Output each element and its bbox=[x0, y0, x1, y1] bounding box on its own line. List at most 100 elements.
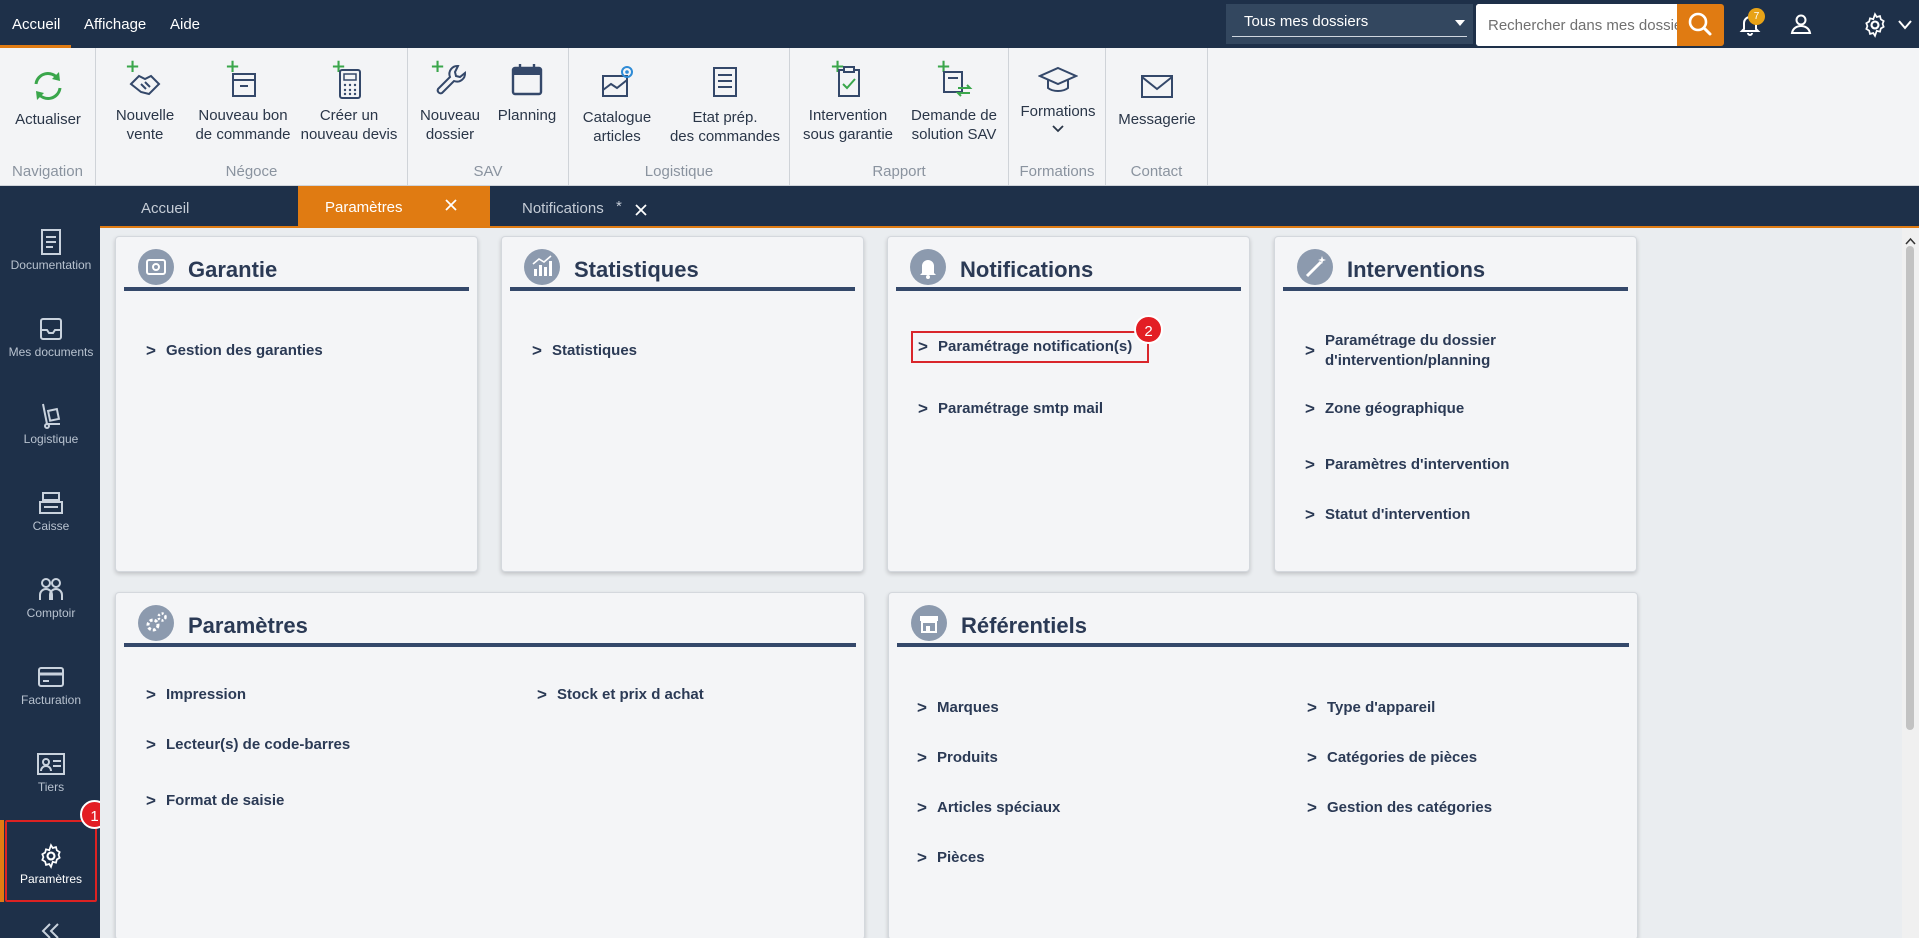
link-lecteurs-code-barres[interactable]: > Lecteur(s) de code-barres bbox=[146, 735, 350, 756]
link-produits[interactable]: > Produits bbox=[917, 748, 998, 769]
card-title: Garantie bbox=[188, 257, 278, 282]
nav-label: Mes documents bbox=[8, 345, 94, 359]
sav-solution-request-button[interactable]: + Demande de solution SAV bbox=[902, 58, 1006, 144]
link-parametres-intervention[interactable]: > Paramètres d'intervention bbox=[1305, 455, 1509, 476]
card-parametres: Paramètres > Impression > Lecteur(s) de co… bbox=[115, 592, 865, 938]
link-parametrage-smtp[interactable]: > Paramétrage smtp mail bbox=[918, 399, 1103, 420]
content-scrollbar[interactable] bbox=[1902, 228, 1919, 938]
link-pieces[interactable]: > Pièces bbox=[917, 848, 985, 869]
link-impression[interactable]: > Impression bbox=[146, 685, 246, 706]
scrollbar-thumb[interactable] bbox=[1906, 246, 1914, 730]
step-2-badge: 2 bbox=[1134, 315, 1163, 344]
chevron-down-icon bbox=[1455, 20, 1465, 26]
nav-item-facturation[interactable]: Facturation bbox=[5, 663, 97, 745]
link-marques[interactable]: > Marques bbox=[917, 698, 999, 719]
nav-item-comptoir[interactable]: Comptoir bbox=[5, 576, 97, 658]
card-title: Référentiels bbox=[961, 613, 1087, 638]
inbox-icon bbox=[40, 318, 62, 340]
gears-icon bbox=[138, 605, 174, 641]
nav-item-caisse[interactable]: Caisse bbox=[5, 489, 97, 571]
refresh-button[interactable]: Actualiser bbox=[8, 66, 88, 129]
menu-accueil[interactable]: Accueil bbox=[12, 16, 60, 33]
unsaved-indicator: * bbox=[616, 198, 622, 215]
settings-dropdown-button[interactable] bbox=[1898, 18, 1912, 36]
tab-label: Accueil bbox=[141, 200, 190, 217]
tab-notifications[interactable]: Notifications * bbox=[490, 186, 680, 226]
nav-label: Logistique bbox=[23, 432, 79, 446]
link-zone-geographique[interactable]: > Zone géographique bbox=[1305, 399, 1464, 420]
order-prep-label-1: Etat prép. bbox=[692, 109, 758, 126]
new-file-label-1: Nouveau bbox=[419, 107, 481, 124]
link-gestion-categories[interactable]: > Gestion des catégories bbox=[1307, 798, 1492, 819]
close-icon bbox=[635, 204, 647, 216]
intervention-warranty-button[interactable]: + Intervention sous garantie bbox=[796, 58, 900, 144]
menu-affichage[interactable]: Affichage bbox=[84, 16, 146, 33]
user-account-button[interactable] bbox=[1789, 12, 1813, 41]
link-format-saisie[interactable]: > Format de saisie bbox=[146, 791, 284, 812]
new-quote-button[interactable]: + Créer un nouveau devis bbox=[296, 58, 402, 144]
order-prep-button[interactable]: Etat prép. des commandes bbox=[665, 60, 785, 146]
card-notifications: Notifications > Paramétrage notification(… bbox=[887, 236, 1250, 572]
nav-item-parametres[interactable]: Paramètres bbox=[5, 820, 97, 902]
link-gestion-garanties[interactable]: > Gestion des garanties bbox=[146, 341, 323, 362]
nav-item-logistique[interactable]: Logistique bbox=[5, 402, 97, 484]
catalogue-button[interactable]: Catalogue articles bbox=[577, 60, 657, 146]
link-statut-intervention[interactable]: > Statut d'intervention bbox=[1305, 505, 1470, 526]
link-articles-speciaux[interactable]: > Articles spéciaux bbox=[917, 798, 1060, 819]
tab-parametres[interactable]: Paramètres bbox=[298, 186, 490, 226]
dossier-select-value: Tous mes dossiers bbox=[1244, 13, 1369, 30]
nav-item-documentation[interactable]: Documentation bbox=[5, 228, 97, 310]
chevron-right-icon: > bbox=[1307, 748, 1317, 767]
planning-button[interactable]: Planning bbox=[492, 58, 562, 125]
new-sale-label-1: Nouvelle bbox=[115, 107, 175, 124]
close-tab-button[interactable] bbox=[444, 198, 458, 216]
handshake-icon: + bbox=[125, 58, 161, 96]
wrench-icon: + bbox=[430, 58, 466, 95]
tab-label: Notifications bbox=[522, 200, 604, 217]
notifications-count-badge: 7 bbox=[1748, 8, 1765, 25]
search-input[interactable] bbox=[1476, 4, 1677, 46]
link-parametrage-dossier-intervention[interactable]: >Paramétrage du dossier d'intervention/pl… bbox=[1305, 331, 1496, 371]
menu-aide[interactable]: Aide bbox=[170, 16, 200, 33]
chart-icon bbox=[524, 249, 560, 285]
dossier-select[interactable]: Tous mes dossiers bbox=[1226, 4, 1473, 44]
collapse-nav-button[interactable] bbox=[40, 922, 62, 938]
nav-label: Paramètres bbox=[19, 872, 83, 886]
new-sale-button[interactable]: + Nouvelle vente bbox=[104, 58, 186, 144]
messagerie-button[interactable]: Messagerie bbox=[1112, 66, 1202, 129]
card-header: Garantie bbox=[124, 245, 469, 291]
link-parametrage-notifications[interactable]: > Paramétrage notification(s) bbox=[918, 337, 1132, 358]
box-icon: + bbox=[225, 58, 256, 97]
calendar-icon bbox=[511, 64, 543, 96]
search-button[interactable] bbox=[1677, 4, 1724, 46]
settings-button[interactable] bbox=[1862, 12, 1888, 43]
chevron-down-icon bbox=[1052, 125, 1064, 133]
sav-solution-label-1: Demande de bbox=[911, 107, 997, 124]
chevron-right-icon: > bbox=[917, 748, 927, 767]
ribbon-group-rapport: + Intervention sous garantie + Demande d… bbox=[790, 48, 1009, 186]
link-stock-prix-achat[interactable]: > Stock et prix d achat bbox=[537, 685, 704, 706]
close-tab-button[interactable] bbox=[634, 203, 648, 221]
card-header: Référentiels bbox=[897, 601, 1629, 647]
chevron-right-icon: > bbox=[1305, 455, 1315, 474]
catalogue-label-2: articles bbox=[593, 128, 641, 145]
link-statistiques[interactable]: > Statistiques bbox=[532, 341, 637, 362]
id-card-icon bbox=[37, 753, 65, 775]
refresh-label: Actualiser bbox=[15, 111, 81, 128]
link-categories-pieces[interactable]: > Catégories de pièces bbox=[1307, 748, 1477, 769]
new-file-button[interactable]: + Nouveau dossier bbox=[416, 58, 484, 144]
link-type-appareil[interactable]: > Type d'appareil bbox=[1307, 698, 1435, 719]
planning-label: Planning bbox=[497, 107, 557, 124]
chevron-right-icon: > bbox=[917, 848, 927, 867]
tab-accueil[interactable]: Accueil bbox=[100, 186, 298, 226]
exchange-icon: + bbox=[936, 58, 973, 97]
ribbon-group-label: Rapport bbox=[872, 163, 926, 180]
ribbon-group-label: Formations bbox=[1019, 163, 1095, 180]
chevron-right-icon: > bbox=[1305, 341, 1315, 360]
nav-item-mes-documents[interactable]: Mes documents bbox=[5, 315, 97, 397]
nav-label: Comptoir bbox=[26, 606, 76, 620]
new-order-button[interactable]: + Nouveau bon de commande bbox=[188, 58, 298, 144]
formations-button[interactable]: Formations bbox=[1015, 62, 1101, 138]
select-underline bbox=[1232, 36, 1467, 37]
order-prep-label-2: des commandes bbox=[669, 128, 781, 145]
